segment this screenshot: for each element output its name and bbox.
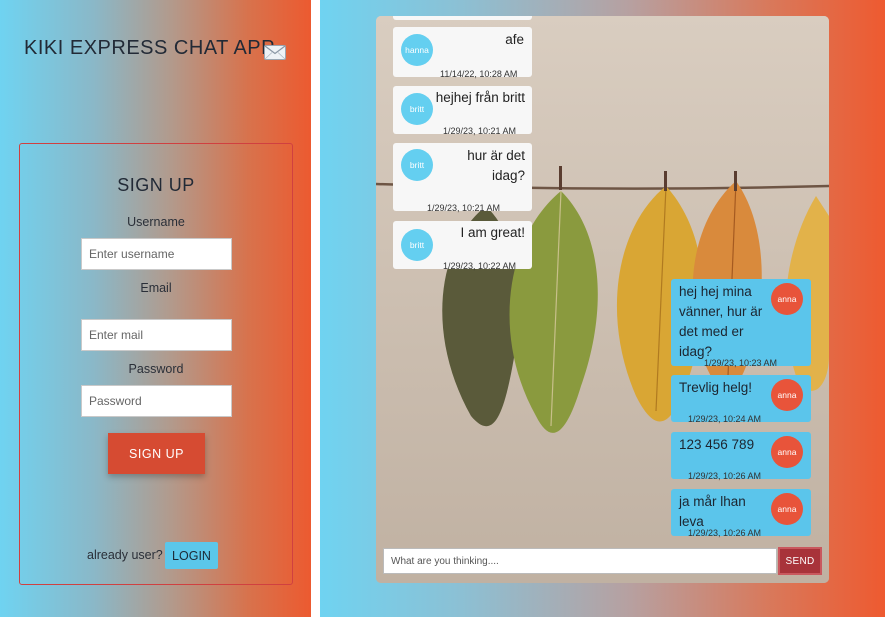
message-text: hur är det idag? (467, 148, 525, 183)
message-text: 123 456 789 (679, 437, 755, 452)
chat-message: britt hejhej från britt 1/29/23, 10:21 A… (393, 86, 532, 136)
message-text: afe (505, 32, 524, 47)
avatar: hanna (401, 34, 433, 66)
send-button[interactable]: SEND (778, 547, 822, 575)
email-label: Email (140, 281, 172, 295)
username-input[interactable] (81, 238, 232, 270)
message-input[interactable] (383, 548, 777, 574)
chat-message: britt I am great! 1/29/23, 10:22 AM (393, 221, 532, 271)
envelope-icon (264, 45, 286, 60)
message-timestamp: 1/29/23, 10:24 AM (688, 414, 762, 424)
login-button[interactable]: LOGIN (165, 542, 218, 569)
avatar: anna (771, 436, 803, 468)
avatar: anna (771, 283, 803, 315)
message-timestamp: 1/29/23, 10:22 AM (443, 261, 517, 271)
app-title: KIKI EXPRESS CHAT APP (24, 37, 275, 59)
chat-window[interactable]: hanna afe 11/14/22, 10:28 AM britt hejhe… (376, 16, 829, 583)
message-text: Trevlig helg! (679, 380, 753, 395)
avatar: britt (401, 93, 433, 125)
chat-panel: hanna afe 11/14/22, 10:28 AM britt hejhe… (320, 0, 885, 617)
message-text: hej hej mina vänner, hur är det med er i… (679, 284, 763, 359)
already-user-text: already user? (87, 548, 163, 562)
password-input[interactable] (81, 385, 232, 417)
message-timestamp: 1/29/23, 10:21 AM (443, 126, 517, 136)
avatar: britt (401, 149, 433, 181)
password-label: Password (128, 362, 184, 376)
chat-message-own: 123 456 789 anna 1/29/23, 10:26 AM (671, 432, 811, 481)
signup-panel: KIKI EXPRESS CHAT APP SIGN UP Username E… (0, 0, 311, 617)
email-input[interactable] (81, 319, 232, 351)
message-timestamp: 1/29/23, 10:26 AM (688, 528, 762, 538)
chat-message-own: ja mår lhan leva anna 1/29/23, 10:26 AM (671, 489, 811, 538)
message-text: hejhej från britt (435, 90, 525, 105)
message-timestamp: 1/29/23, 10:23 AM (704, 358, 778, 368)
signup-button[interactable]: SIGN UP (108, 433, 205, 474)
avatar: anna (771, 493, 803, 525)
chat-message: britt hur är det idag? 1/29/23, 10:21 AM (393, 143, 532, 213)
chat-message-own: hej hej mina vänner, hur är det med er i… (671, 279, 811, 368)
username-label: Username (127, 215, 185, 229)
message-timestamp: 11/14/22, 10:28 AM (440, 69, 518, 79)
avatar: britt (401, 229, 433, 261)
signup-title: SIGN UP (117, 175, 195, 195)
chat-message: hanna afe 11/14/22, 10:28 AM (393, 27, 532, 79)
chat-message-own: Trevlig helg! anna 1/29/23, 10:24 AM (671, 375, 811, 424)
message-text: I am great! (460, 225, 525, 240)
message-timestamp: 1/29/23, 10:26 AM (688, 471, 762, 481)
signup-form: SIGN UP Username Email Password SIGN UP … (19, 143, 293, 585)
message-timestamp: 1/29/23, 10:21 AM (427, 203, 501, 213)
avatar: anna (771, 379, 803, 411)
